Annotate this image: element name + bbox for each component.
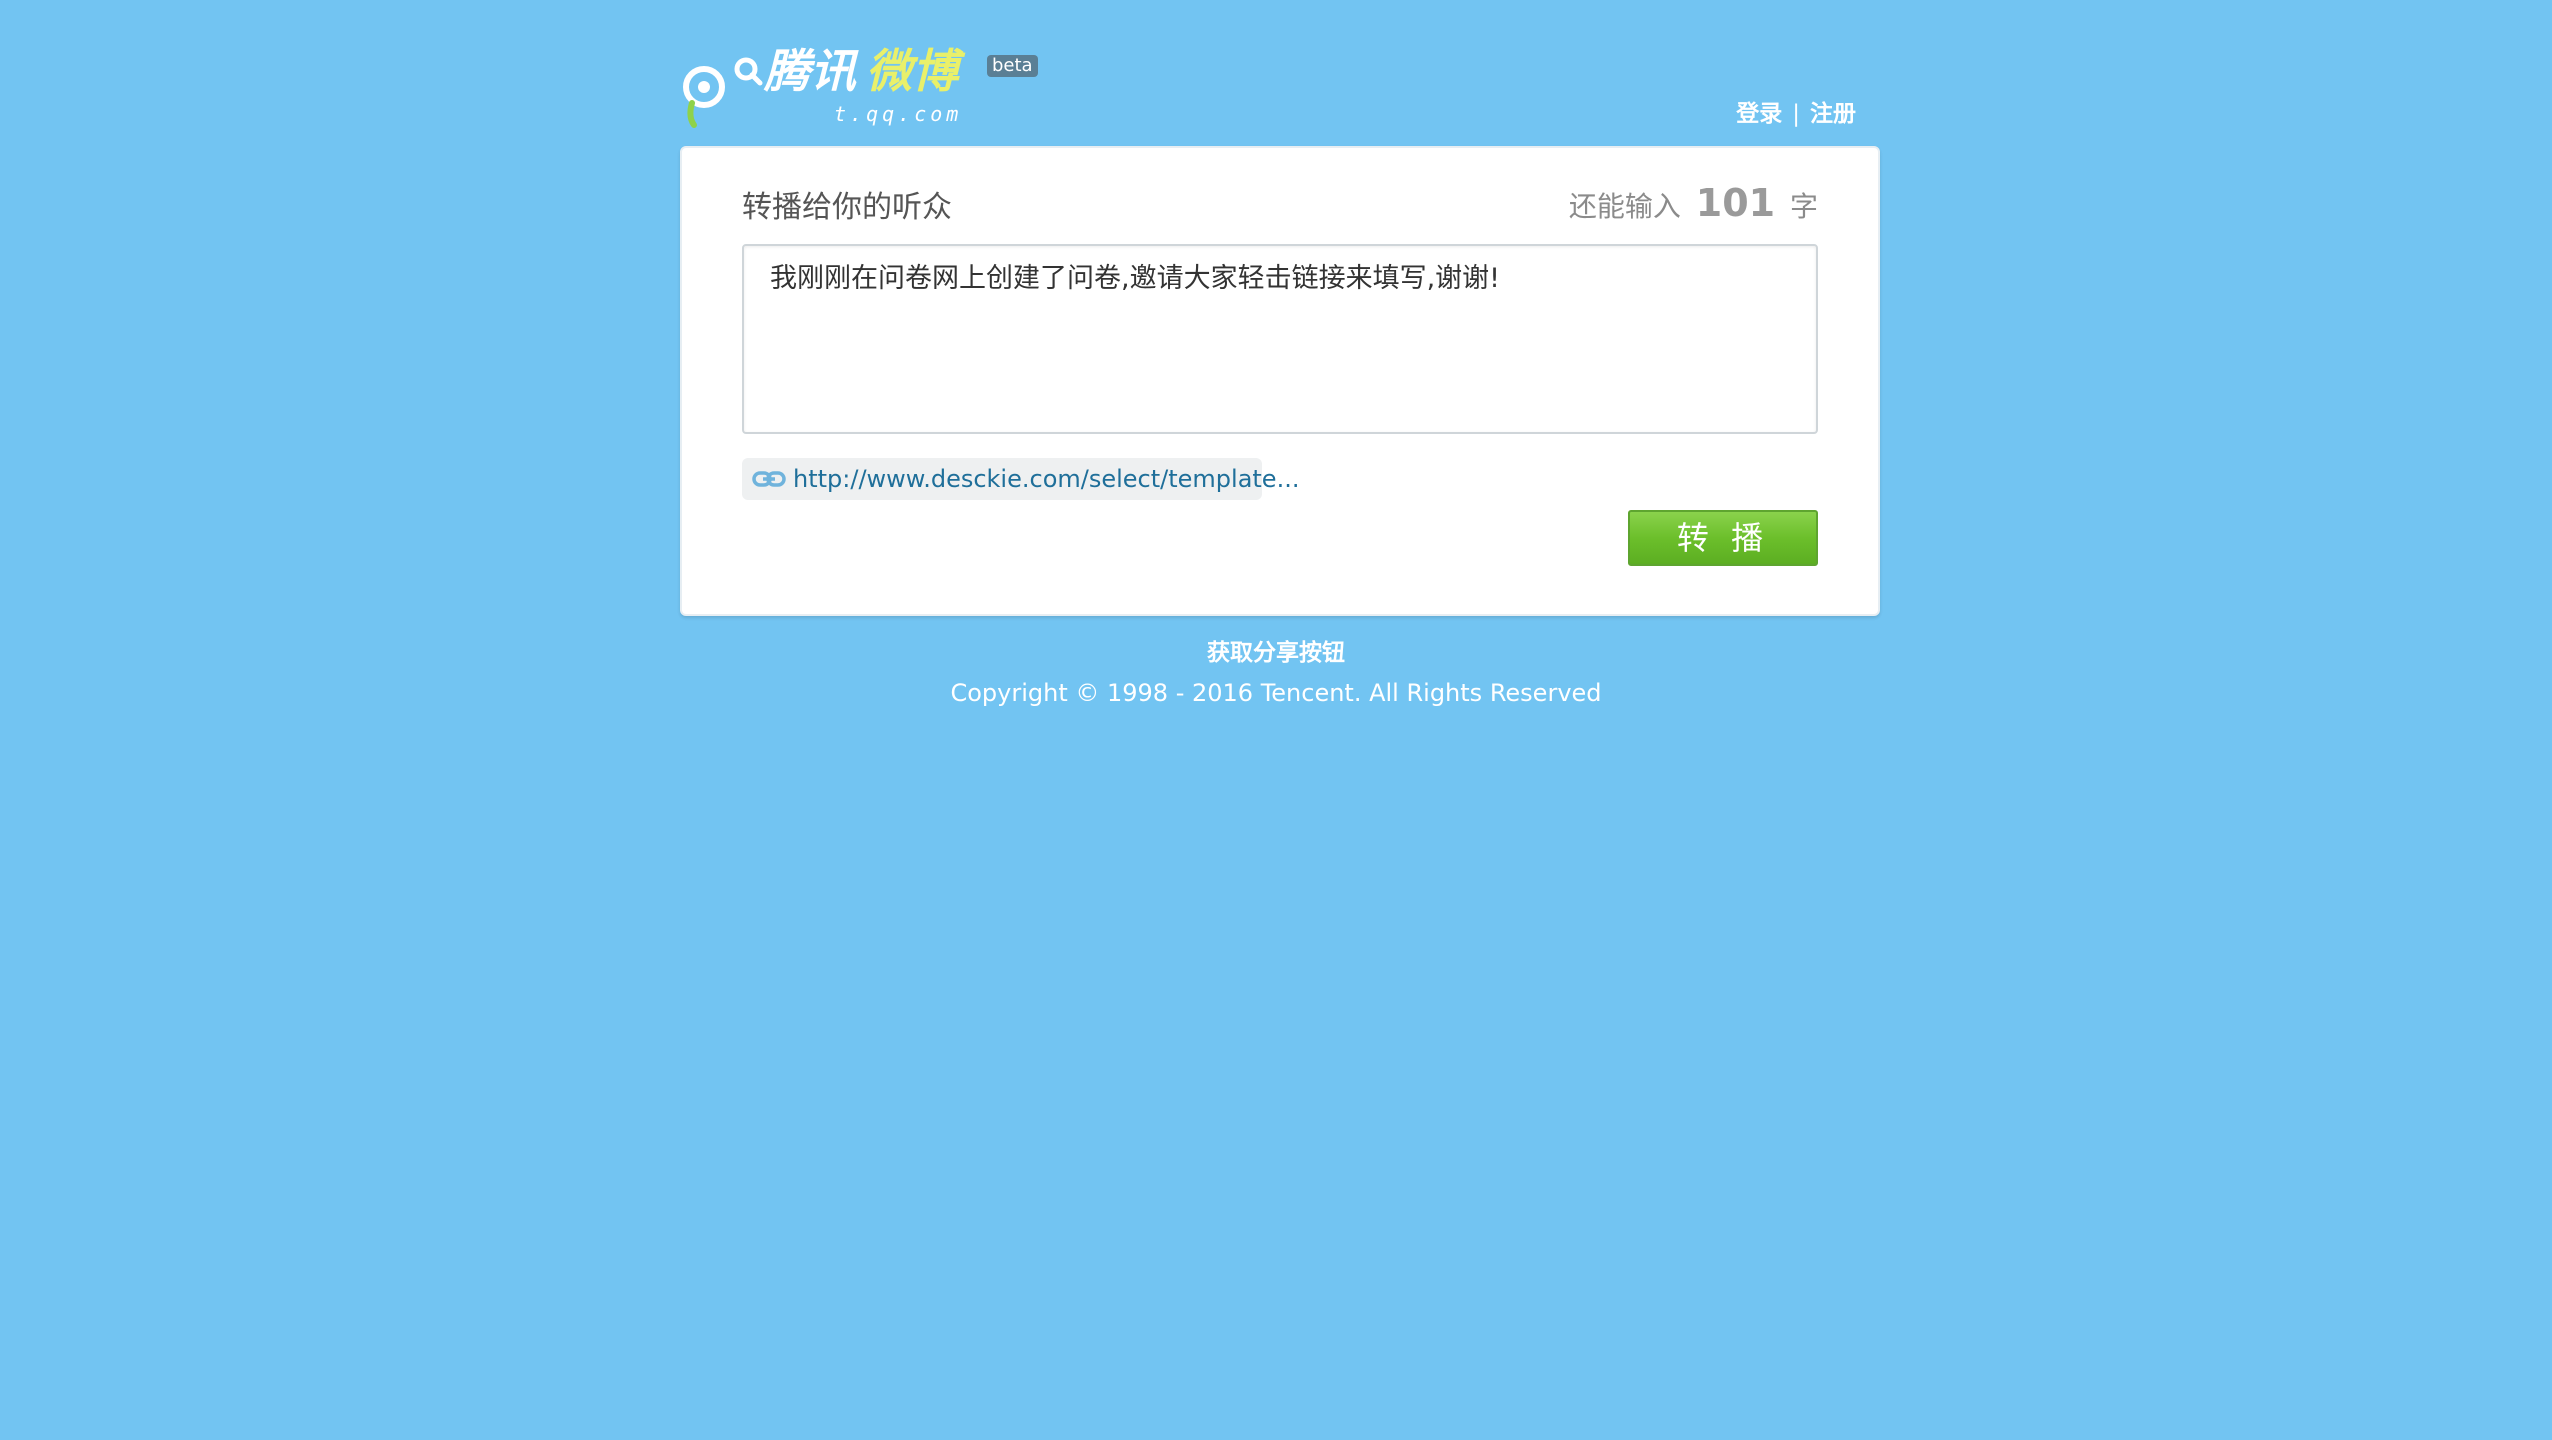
share-title: 转播给你的听众 [742, 190, 952, 225]
repost-button[interactable]: 转 播 [1628, 510, 1818, 566]
shared-link-chip[interactable]: http://www.desckie.com/select/template..… [742, 458, 1299, 500]
link-icon [752, 471, 786, 487]
remaining-suffix: 字 [1789, 190, 1818, 223]
remaining-count: 101 [1695, 181, 1776, 225]
tencent-weibo-logo[interactable]: 腾讯 微博 t.qq.com [680, 44, 1040, 135]
svg-text:腾讯: 腾讯 [763, 45, 859, 98]
message-textarea[interactable]: 我刚刚在问卷网上创建了问卷,邀请大家轻击链接来填写,谢谢! [742, 244, 1818, 434]
shared-link-url[interactable]: http://www.desckie.com/select/template..… [793, 463, 1299, 495]
remaining-chars-counter: 还能输入 101 字 [1569, 178, 1818, 232]
message-text: 我刚刚在问卷网上创建了问卷,邀请大家轻击链接来填写,谢谢! [770, 263, 1500, 294]
get-share-button-link[interactable]: 获取分享按钮 [1207, 640, 1345, 666]
account-links: 登录 | 注册 [1736, 99, 1856, 129]
login-link[interactable]: 登录 [1736, 101, 1782, 127]
header: 腾讯 微博 t.qq.com beta 登录 | 注册 [680, 44, 1880, 145]
footer-get-button: 获取分享按钮 [0, 638, 2552, 668]
svg-text:t.qq.com: t.qq.com [834, 102, 962, 126]
share-card: 转播给你的听众 还能输入 101 字 我刚刚在问卷网上创建了问卷,邀请大家轻击链… [680, 146, 1880, 616]
remaining-prefix: 还能输入 [1568, 190, 1681, 223]
link-separator: | [1792, 101, 1800, 127]
page: 腾讯 微博 t.qq.com beta 登录 | 注册 转播给你的听众 还能输入 1… [0, 0, 2552, 1440]
beta-badge: beta [987, 55, 1038, 77]
svg-text:微博: 微博 [866, 45, 966, 98]
register-link[interactable]: 注册 [1810, 101, 1856, 127]
copyright-text: Copyright © 1998 - 2016 Tencent. All Rig… [950, 679, 1602, 707]
